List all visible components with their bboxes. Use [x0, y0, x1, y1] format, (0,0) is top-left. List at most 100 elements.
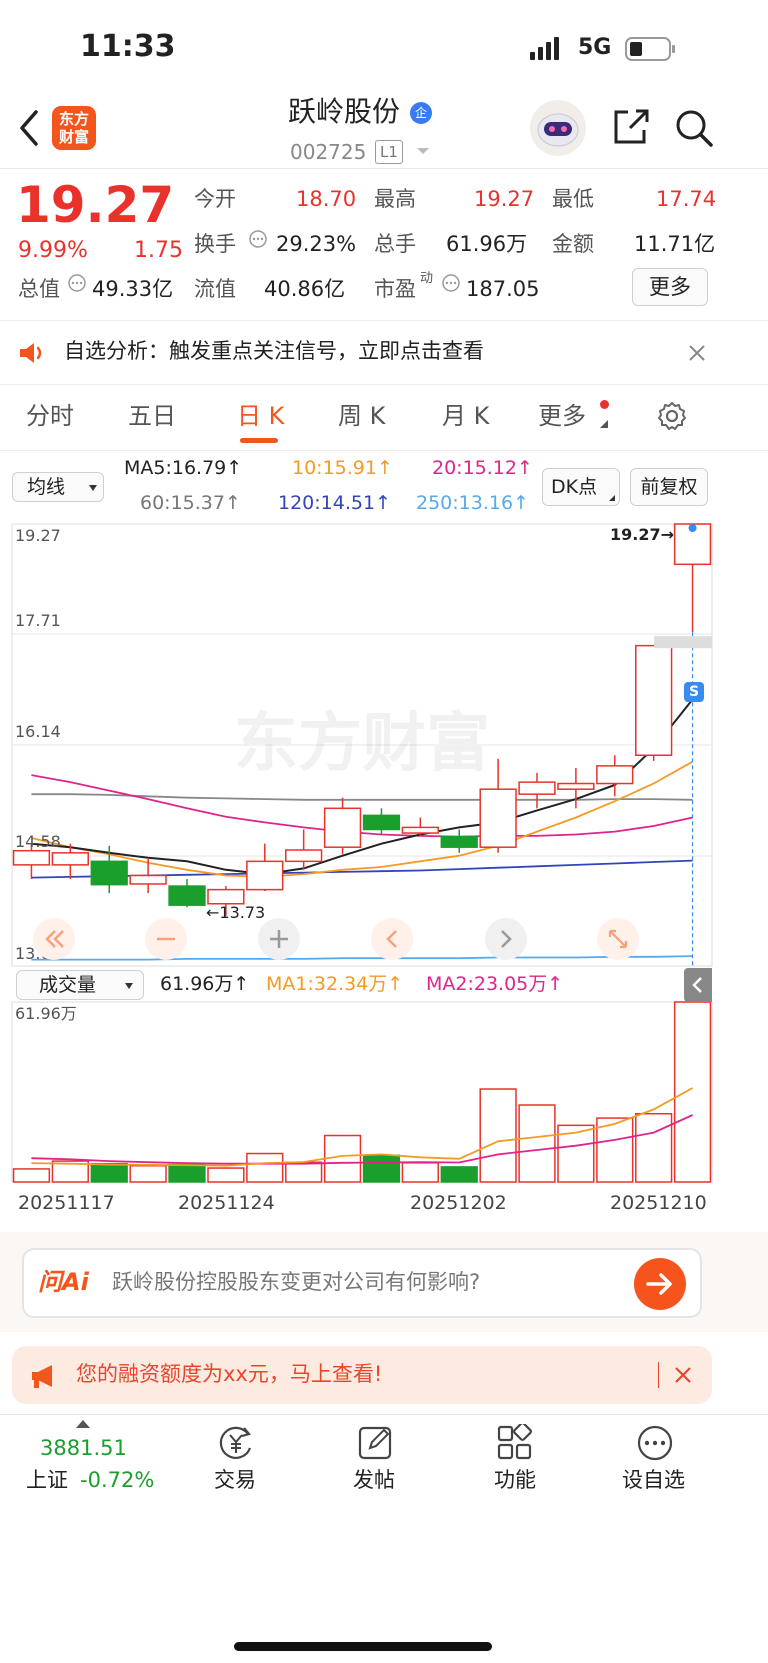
promo-text[interactable]: 您的融资额度为xx元，马上查看! — [76, 1364, 382, 1385]
stat-label-pe: 市盈 — [374, 277, 416, 301]
zoom-out-button[interactable] — [145, 918, 187, 960]
close-icon[interactable] — [686, 342, 708, 364]
share-icon[interactable] — [610, 106, 650, 148]
nav-post-label[interactable]: 发帖 — [353, 1470, 395, 1491]
ma-selector[interactable]: 均线 — [12, 472, 104, 502]
change-amount: 1.75 — [134, 238, 183, 263]
divider — [0, 384, 768, 385]
volume-bar — [479, 1088, 517, 1183]
corner-triangle-icon — [600, 420, 608, 428]
last-price-dot — [688, 524, 697, 532]
tab-daily-k[interactable]: 日 K — [237, 404, 284, 428]
ma60-label: 60:15.37↑ — [140, 492, 241, 514]
ma250-label: 250:13.16↑ — [416, 492, 529, 514]
volume-bar — [246, 1152, 284, 1183]
search-icon[interactable] — [674, 108, 714, 148]
tab-five-day[interactable]: 五日 — [128, 404, 176, 428]
nav-watchlist-label[interactable]: 设自选 — [622, 1470, 685, 1491]
change-pct: 9.99% — [18, 238, 88, 263]
vol-ma2-line — [31, 1114, 693, 1165]
indicator-selector[interactable]: 成交量 — [16, 970, 144, 1000]
index-label[interactable]: 上证 — [26, 1470, 68, 1491]
tab-intraday[interactable]: 分时 — [26, 404, 74, 428]
candle — [673, 523, 712, 566]
nav-trade-label[interactable]: 交易 — [214, 1470, 256, 1491]
ai-question-text[interactable]: 跃岭股份控股股东变更对公司有何影响? — [112, 1272, 480, 1293]
stock-name: 跃岭股份 — [288, 95, 401, 128]
volume-bar — [90, 1162, 128, 1183]
low-price-label: ←13.73 — [206, 903, 266, 922]
x-label: 20251210 — [610, 1192, 707, 1214]
more-dots-icon[interactable] — [636, 1424, 674, 1462]
signal-icon — [530, 36, 566, 62]
s-marker-badge[interactable]: S — [684, 682, 704, 702]
candle — [90, 860, 128, 886]
candle — [51, 852, 89, 866]
volume-bar — [673, 1001, 712, 1183]
ai-submit-arrow-icon[interactable] — [634, 1258, 686, 1310]
candle — [12, 849, 51, 866]
grid-icon[interactable] — [496, 1424, 536, 1462]
home-indicator — [234, 1642, 492, 1651]
fullscreen-button[interactable] — [597, 918, 639, 960]
adjust-button[interactable]: 前复权 — [630, 468, 708, 506]
volume-value-label: 61.96万↑ — [160, 973, 250, 995]
divider — [0, 450, 768, 451]
promo-divider — [658, 1362, 659, 1388]
zoom-in-button[interactable] — [258, 918, 300, 960]
network-label: 5G — [578, 35, 612, 60]
last-price-label: 19.27→ — [610, 525, 675, 544]
stat-value-pe: 187.05 — [466, 277, 540, 301]
prev-button[interactable] — [371, 918, 413, 960]
x-label: 20251117 — [18, 1192, 115, 1214]
volume-frame — [11, 1001, 713, 1183]
vol-ma2-label: MA2:23.05万↑ — [426, 973, 564, 995]
candle — [518, 781, 556, 795]
candle — [207, 888, 245, 905]
status-time: 11:33 — [80, 29, 176, 64]
edit-icon[interactable] — [356, 1424, 396, 1462]
collapse-panel-button[interactable] — [684, 968, 712, 1002]
ma250-line — [31, 955, 693, 961]
prev-close-band — [654, 636, 712, 649]
stat-label-total-value: 总值 — [18, 277, 60, 301]
dk-point-button[interactable]: DK点 — [542, 468, 620, 506]
next-button[interactable] — [485, 918, 527, 960]
stat-label-float-value: 流值 — [194, 277, 236, 301]
rewind-button[interactable] — [33, 918, 75, 960]
index-change[interactable]: -0.72% — [80, 1470, 154, 1491]
tab-monthly-k[interactable]: 月 K — [442, 404, 489, 428]
back-icon[interactable] — [14, 108, 44, 148]
stat-value-low: 17.74 — [656, 187, 717, 211]
settings-gear-icon[interactable] — [656, 400, 688, 432]
level-badge: L1 — [375, 140, 403, 164]
nav-function-label[interactable]: 功能 — [494, 1470, 536, 1491]
yen-cycle-icon[interactable] — [216, 1424, 256, 1462]
ma20-line — [31, 774, 693, 838]
more-button[interactable]: 更多 — [632, 268, 708, 306]
stat-value-turnover: 29.23% — [276, 232, 357, 256]
candle — [557, 782, 595, 790]
notice-text[interactable]: 自选分析：触发重点关注信号，立即点击查看 — [64, 341, 484, 362]
stat-value-total-value: 49.33亿 — [92, 277, 174, 301]
divider — [0, 1414, 768, 1415]
stat-label-amount: 金额 — [552, 232, 594, 256]
promo-close-icon[interactable] — [672, 1364, 694, 1386]
volume-bar — [518, 1104, 556, 1183]
info-dots-icon[interactable] — [248, 229, 268, 249]
robot-avatar-icon[interactable] — [530, 100, 586, 156]
enterprise-badge: 企 — [410, 102, 432, 124]
stat-label-volume: 总手 — [374, 232, 416, 256]
x-label: 20251202 — [410, 1192, 507, 1214]
ma5-label: MA5:16.79↑ — [124, 457, 243, 479]
index-value[interactable]: 3881.51 — [40, 1438, 127, 1459]
up-arrow-icon — [76, 1420, 90, 1428]
vol-ma1-label: MA1:32.34万↑ — [266, 973, 404, 995]
dropdown-icon[interactable] — [416, 146, 430, 156]
divider — [0, 320, 768, 321]
current-price: 19.27 — [16, 176, 175, 234]
tab-more[interactable]: 更多 — [538, 404, 586, 428]
tab-weekly-k[interactable]: 周 K — [338, 404, 385, 428]
info-dots-icon[interactable] — [67, 273, 87, 293]
info-dots-icon[interactable] — [441, 273, 461, 293]
